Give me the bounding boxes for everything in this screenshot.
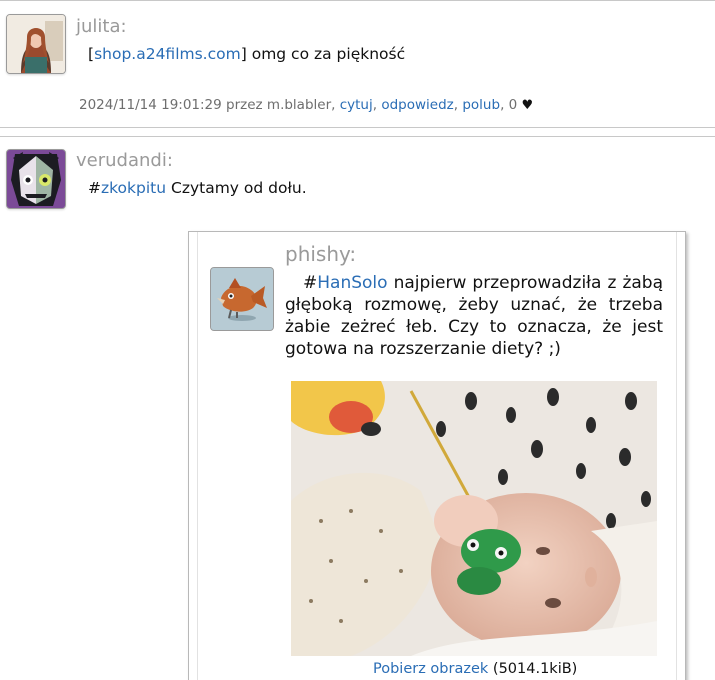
post-meta: 2024/11/14 19:01:29 przez m.blabler, cyt…	[79, 97, 533, 113]
fish-avatar-image	[211, 268, 273, 330]
embed-download: Pobierz obrazek (5014.1kiB)	[373, 661, 577, 677]
post-verudandi: verudandi: #zkokpitu Czytamy od dołu. ph…	[0, 136, 715, 680]
reply-link[interactable]: odpowiedz	[381, 97, 453, 113]
baby-photo-image	[291, 381, 657, 656]
heart-icon: ♥	[521, 98, 534, 113]
post-by: przez m.blabler,	[221, 97, 340, 113]
post-text: Czytamy od dołu.	[166, 179, 307, 197]
post-body: #zkokpitu Czytamy od dołu.	[88, 179, 307, 197]
avatar-julita-image	[7, 15, 65, 73]
embed-hashtag-link: HanSolo	[317, 273, 388, 293]
download-link: Pobierz obrazek	[373, 661, 489, 677]
post-author[interactable]: verudandi:	[76, 150, 173, 171]
embed-hashtag-symbol: #	[303, 273, 318, 293]
like-link[interactable]: polub	[462, 97, 500, 113]
like-count: , 0	[500, 97, 522, 113]
post-timestamp: 2024/11/14 19:01:29	[79, 97, 222, 113]
baby-photo	[291, 381, 657, 656]
post-link[interactable]: shop.a24films.com	[94, 45, 241, 63]
post-julita: julita: [shop.a24films.com] omg co za pi…	[0, 0, 715, 128]
download-size: (5014.1kiB)	[488, 661, 578, 677]
post-author[interactable]: julita:	[76, 16, 127, 37]
embed-text: #HanSolo najpierw przeprowadziła z żabą …	[285, 272, 663, 360]
embed-avatar	[210, 267, 274, 331]
embedded-screenshot[interactable]: phishy: #HanSolo najpierw przeprowadziła…	[188, 231, 686, 680]
post-body: [shop.a24films.com] omg co za piękność	[88, 45, 405, 63]
avatar-verudandi-image	[7, 150, 65, 208]
avatar[interactable]	[6, 149, 66, 209]
embed-author: phishy:	[285, 242, 357, 266]
hashtag-symbol: #	[88, 179, 101, 197]
quote-link[interactable]: cytuj	[340, 97, 373, 113]
feed: julita: [shop.a24films.com] omg co za pi…	[0, 0, 715, 680]
hashtag-link[interactable]: zkokpitu	[101, 179, 166, 197]
avatar[interactable]	[6, 14, 66, 74]
post-text: omg co za piękność	[246, 45, 406, 63]
